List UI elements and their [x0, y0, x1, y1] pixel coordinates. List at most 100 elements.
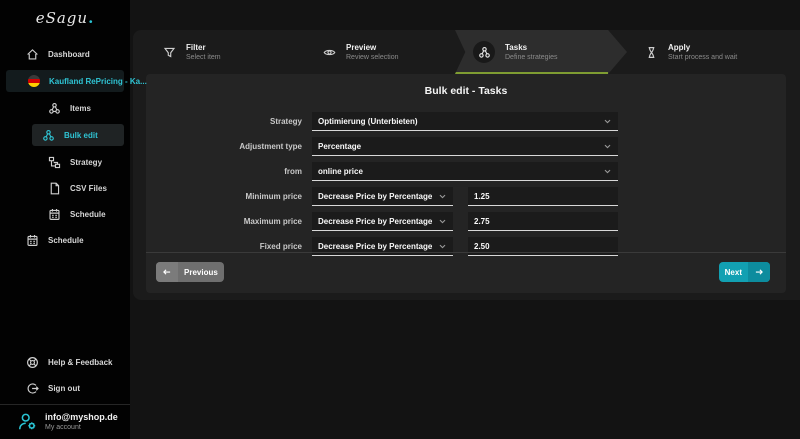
form-row-minimum-price: Minimum price Decrease Price by Percenta… — [146, 187, 786, 206]
previous-button-label: Previous — [184, 267, 218, 277]
step-text: Preview Review selection — [346, 43, 399, 61]
form-row-adjustment-type: Adjustment type Percentage — [146, 137, 786, 156]
sidebar: eSagu. Dashboard Kaufland RePricing - Ka… — [0, 0, 147, 439]
form-row-maximum-price: Maximum price Decrease Price by Percenta… — [146, 212, 786, 231]
step-text: Apply Start process and wait — [668, 43, 737, 61]
step-subtitle: Review selection — [346, 54, 399, 61]
german-flag-icon — [28, 75, 40, 87]
step-apply[interactable]: Apply Start process and wait — [645, 30, 737, 74]
my-account[interactable]: info@myshop.de My account — [0, 404, 130, 439]
home-icon — [26, 48, 39, 61]
step-subtitle: Select item — [186, 54, 221, 61]
account-icon — [18, 412, 37, 431]
sidebar-item-label: Schedule — [70, 209, 106, 219]
app-root: eSagu. Dashboard Kaufland RePricing - Ka… — [0, 0, 800, 439]
chevron-down-icon — [438, 192, 447, 201]
help-icon — [26, 356, 39, 369]
step-preview[interactable]: Preview Review selection — [323, 30, 399, 74]
calendar-icon — [26, 234, 39, 247]
chevron-down-icon — [438, 217, 447, 226]
select-value: Optimierung (Unterbieten) — [318, 116, 418, 126]
field-label: from — [284, 167, 302, 176]
account-label: My account — [45, 424, 81, 431]
select-value: Percentage — [318, 141, 362, 151]
field-label: Fixed price — [259, 242, 302, 251]
step-text: Filter Select item — [186, 43, 221, 61]
sidebar-item-help-feedback[interactable]: Help & Feedback — [6, 352, 124, 372]
sidebar-item-label: Strategy — [70, 157, 103, 167]
select-value: online price — [318, 166, 363, 176]
sidebar-bottom: Help & Feedback Sign out info@myshop.de … — [0, 346, 130, 439]
sidebar-item-bulk-edit[interactable]: Bulk edit — [32, 124, 124, 146]
sidebar-item-label: CSV Files — [70, 183, 107, 193]
chevron-down-icon — [603, 167, 612, 176]
eye-icon — [323, 46, 336, 59]
field-label: Adjustment type — [239, 142, 302, 151]
fixed-price-input[interactable] — [468, 237, 618, 256]
footer-divider — [146, 252, 786, 253]
sidebar-item-schedule[interactable]: Schedule — [6, 204, 124, 224]
chevron-down-icon — [603, 142, 612, 151]
bulk-edit-icon — [42, 129, 55, 142]
sidebar-item-strategy[interactable]: Strategy — [6, 152, 124, 172]
next-button-label: Next — [724, 267, 742, 277]
step-tasks[interactable]: Tasks Define strategies — [455, 30, 627, 74]
sidebar-item-kaufland-repricing[interactable]: Kaufland RePricing - Ka... — [6, 70, 147, 92]
previous-button[interactable]: Previous — [156, 262, 224, 282]
select-value: Decrease Price by Percentage — [318, 241, 433, 251]
sidebar-item-label: Items — [70, 103, 91, 113]
sidebar-item-sign-out[interactable]: Sign out — [6, 378, 124, 398]
sidebar-item-label: Bulk edit — [64, 130, 98, 140]
brand-dot: . — [88, 9, 95, 27]
sidebar-item-csv-files[interactable]: CSV Files — [6, 178, 124, 198]
stepper: Filter Select item Preview Review select… — [133, 30, 800, 74]
csv-file-icon — [48, 182, 61, 195]
maximum-price-select[interactable]: Decrease Price by Percentage — [312, 212, 453, 231]
minimum-price-select[interactable]: Decrease Price by Percentage — [312, 187, 453, 206]
step-title: Preview — [346, 43, 377, 52]
hourglass-icon — [645, 46, 658, 59]
sidebar-item-items[interactable]: Items — [6, 98, 124, 118]
arrow-left-icon — [156, 262, 178, 282]
step-title: Tasks — [505, 43, 528, 52]
brand-logo: eSagu. — [0, 0, 130, 38]
sidebar-item-label: Kaufland RePricing - Ka... — [49, 76, 147, 86]
select-value: Decrease Price by Percentage — [318, 191, 433, 201]
form-row-fixed-price: Fixed price Decrease Price by Percentage — [146, 237, 786, 256]
arrow-right-icon — [748, 262, 770, 282]
sidebar-item-dashboard[interactable]: Dashboard — [6, 44, 124, 64]
step-subtitle: Define strategies — [505, 54, 558, 61]
form-row-from: from online price — [146, 162, 786, 181]
sidebar-item-schedule-2[interactable]: Schedule — [6, 230, 124, 250]
chevron-down-icon — [438, 242, 447, 251]
strategy-icon — [48, 156, 61, 169]
bulk-edit-panel: Filter Select item Preview Review select… — [133, 30, 800, 300]
strategy-select[interactable]: Optimierung (Unterbieten) — [312, 112, 618, 131]
field-label: Strategy — [269, 117, 302, 126]
sidebar-item-label: Sign out — [48, 383, 80, 393]
step-title: Apply — [668, 43, 691, 52]
sidebar-item-label: Dashboard — [48, 49, 90, 59]
calendar-icon — [48, 208, 61, 221]
chevron-down-icon — [603, 117, 612, 126]
select-value: Decrease Price by Percentage — [318, 216, 433, 226]
sidebar-item-label: Help & Feedback — [48, 357, 113, 367]
step-filter[interactable]: Filter Select item — [163, 30, 221, 74]
active-step-icon-circle — [473, 41, 495, 63]
minimum-price-input[interactable] — [468, 187, 618, 206]
form-row-strategy: Strategy Optimierung (Unterbieten) — [146, 112, 786, 131]
fixed-price-select[interactable]: Decrease Price by Percentage — [312, 237, 453, 256]
field-label: Minimum price — [245, 192, 302, 201]
from-select[interactable]: online price — [312, 162, 618, 181]
step-title: Filter — [186, 43, 206, 52]
brand-name: eSagu — [35, 9, 89, 27]
sidebar-item-label: Schedule — [48, 235, 84, 245]
account-email: info@myshop.de — [45, 412, 118, 422]
sign-out-icon — [26, 382, 39, 395]
next-button[interactable]: Next — [718, 262, 770, 282]
account-text: info@myshop.de My account — [45, 412, 118, 431]
maximum-price-input[interactable] — [468, 212, 618, 231]
adjustment-type-select[interactable]: Percentage — [312, 137, 618, 156]
bulk-edit-card: Bulk edit - Tasks Strategy Optimierung (… — [146, 74, 786, 293]
step-text: Tasks Define strategies — [505, 43, 558, 61]
